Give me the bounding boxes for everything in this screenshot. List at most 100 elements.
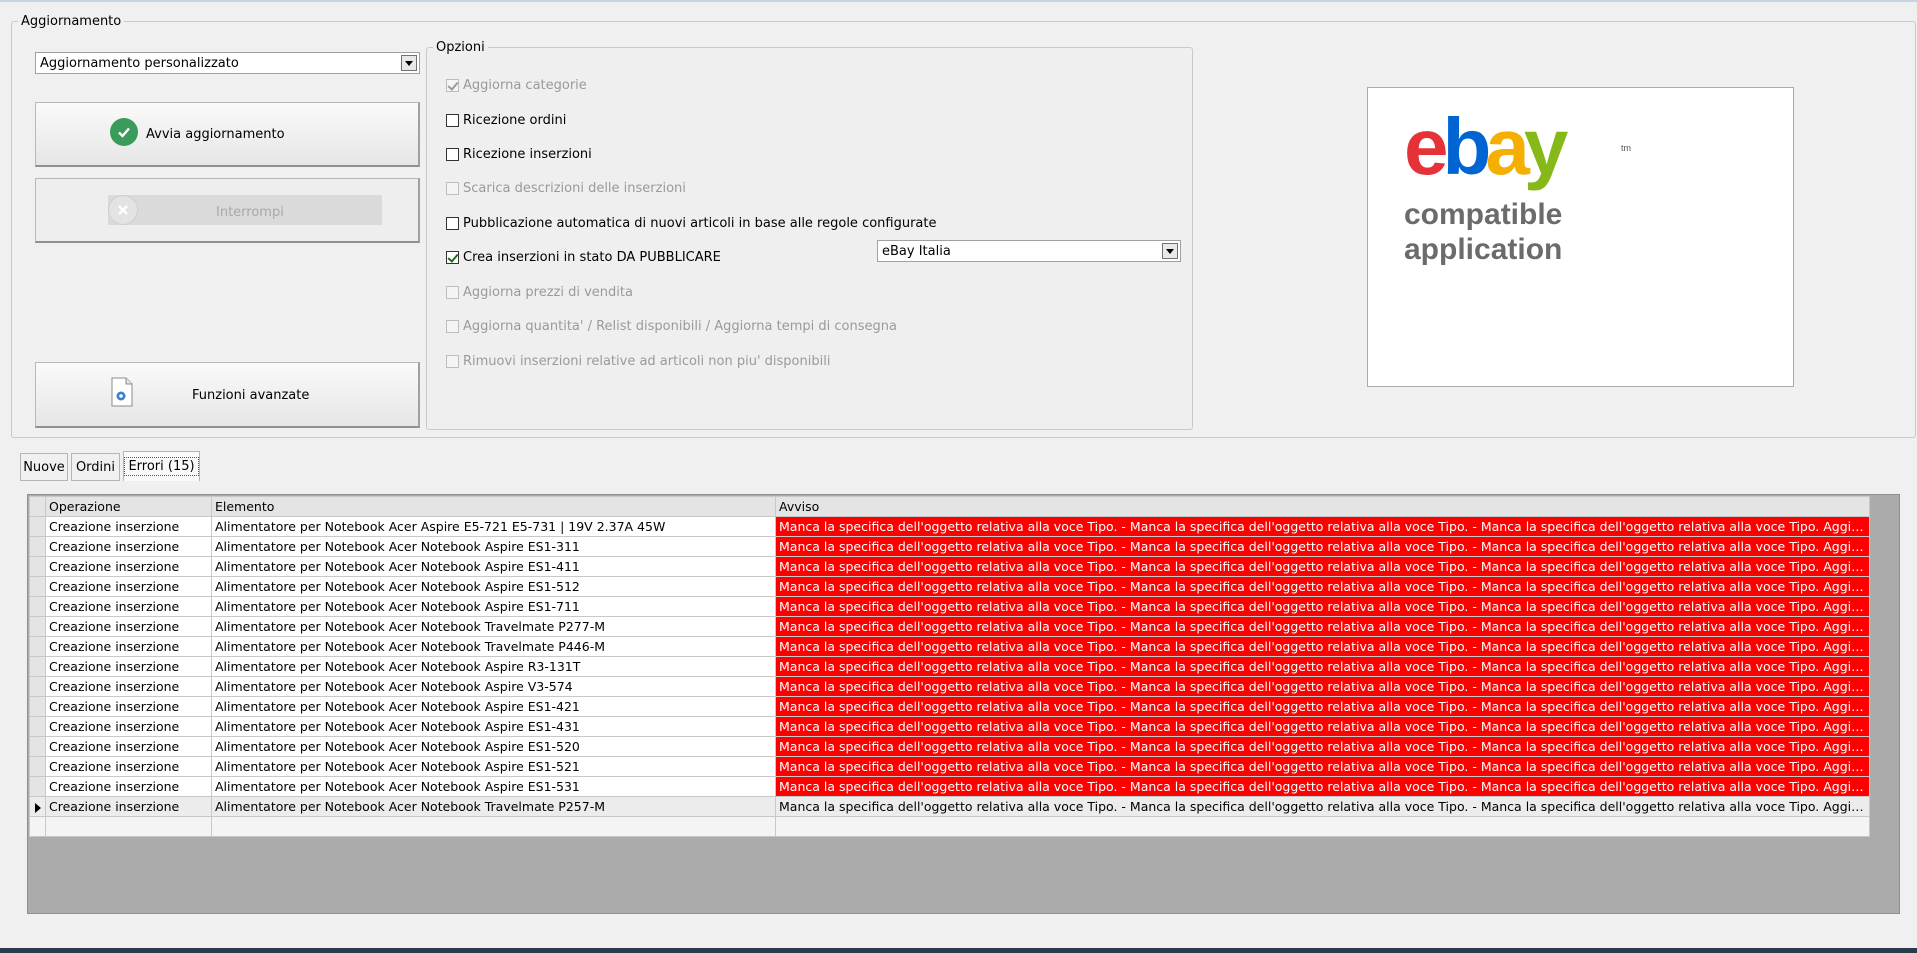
cell-avviso[interactable]: Manca la specifica dell'oggetto relativa… <box>775 596 1870 617</box>
empty-cell[interactable] <box>211 816 776 837</box>
cell-operazione[interactable]: Creazione inserzione <box>45 556 212 577</box>
cell-avviso[interactable]: Manca la specifica dell'oggetto relativa… <box>775 736 1870 757</box>
table-row[interactable]: Creazione inserzione Alimentatore per Not… <box>29 576 1870 597</box>
cell-avviso[interactable]: Manca la specifica dell'oggetto relativa… <box>775 676 1870 697</box>
cell-operazione[interactable]: Creazione inserzione <box>45 696 212 717</box>
cell-avviso[interactable]: Manca la specifica dell'oggetto relativa… <box>775 656 1870 677</box>
cell-avviso[interactable]: Manca la specifica dell'oggetto relativa… <box>775 616 1870 637</box>
tab-errori[interactable]: Errori (15) <box>123 451 200 481</box>
cell-elemento[interactable]: Alimentatore per Notebook Acer Notebook … <box>211 576 776 597</box>
start-update-button[interactable]: Avvia aggiornamento <box>35 102 420 167</box>
option-5-checkbox[interactable] <box>446 251 459 264</box>
cell-avviso[interactable]: Manca la specifica dell'oggetto relativa… <box>775 576 1870 597</box>
column-header-elemento[interactable]: Elemento <box>211 496 776 517</box>
cell-elemento[interactable]: Alimentatore per Notebook Acer Notebook … <box>211 536 776 557</box>
row-indicator[interactable] <box>29 596 46 617</box>
cell-avviso[interactable]: Manca la specifica dell'oggetto relativa… <box>775 716 1870 737</box>
option-4-checkbox[interactable] <box>446 217 459 230</box>
table-row[interactable]: Creazione inserzione Alimentatore per Not… <box>29 556 1870 577</box>
cell-operazione[interactable]: Creazione inserzione <box>45 756 212 777</box>
cell-avviso[interactable]: Manca la specifica dell'oggetto relativa… <box>775 516 1870 537</box>
table-row[interactable]: Creazione inserzione Alimentatore per Not… <box>29 656 1870 677</box>
cell-elemento[interactable]: Alimentatore per Notebook Acer Notebook … <box>211 656 776 677</box>
cell-elemento[interactable]: Alimentatore per Notebook Acer Notebook … <box>211 636 776 657</box>
table-row[interactable]: Creazione inserzione Alimentatore per Not… <box>29 756 1870 777</box>
option-2[interactable]: Ricezione inserzioni <box>446 147 592 162</box>
cell-elemento[interactable]: Alimentatore per Notebook Acer Notebook … <box>211 756 776 777</box>
stop-button[interactable]: Interrompi <box>35 178 420 243</box>
option-4[interactable]: Pubblicazione automatica di nuovi artico… <box>446 216 937 231</box>
cell-operazione[interactable]: Creazione inserzione <box>45 716 212 737</box>
table-row[interactable]: Creazione inserzione Alimentatore per Not… <box>29 776 1870 797</box>
empty-cell[interactable] <box>775 816 1870 837</box>
row-indicator[interactable] <box>29 716 46 737</box>
cell-elemento[interactable]: Alimentatore per Notebook Acer Aspire E5… <box>211 516 776 537</box>
table-row[interactable]: Creazione inserzione Alimentatore per Not… <box>29 696 1870 717</box>
advanced-functions-button[interactable]: Funzioni avanzate <box>35 362 420 428</box>
cell-operazione[interactable]: Creazione inserzione <box>45 636 212 657</box>
cell-avviso[interactable]: Manca la specifica dell'oggetto relativa… <box>775 696 1870 717</box>
cell-avviso[interactable]: Manca la specifica dell'oggetto relativa… <box>775 796 1870 817</box>
table-row[interactable]: Creazione inserzione Alimentatore per Not… <box>29 596 1870 617</box>
row-indicator[interactable] <box>29 696 46 717</box>
cell-operazione[interactable]: Creazione inserzione <box>45 776 212 797</box>
cell-avviso[interactable]: Manca la specifica dell'oggetto relativa… <box>775 556 1870 577</box>
table-row[interactable]: Creazione inserzione Alimentatore per Not… <box>29 536 1870 557</box>
cell-operazione[interactable]: Creazione inserzione <box>45 736 212 757</box>
cell-avviso[interactable]: Manca la specifica dell'oggetto relativa… <box>775 776 1870 797</box>
update-mode-select[interactable]: Aggiornamento personalizzato <box>35 52 420 74</box>
cell-elemento[interactable]: Alimentatore per Notebook Acer Notebook … <box>211 796 776 817</box>
option-5[interactable]: Crea inserzioni in stato DA PUBBLICARE <box>446 250 721 265</box>
cell-operazione[interactable]: Creazione inserzione <box>45 676 212 697</box>
row-indicator[interactable] <box>29 796 46 817</box>
cell-operazione[interactable]: Creazione inserzione <box>45 536 212 557</box>
row-indicator[interactable] <box>29 676 46 697</box>
cell-avviso[interactable]: Manca la specifica dell'oggetto relativa… <box>775 636 1870 657</box>
row-indicator[interactable] <box>29 776 46 797</box>
cell-operazione[interactable]: Creazione inserzione <box>45 516 212 537</box>
table-row[interactable]: Creazione inserzione Alimentatore per Not… <box>29 716 1870 737</box>
column-header-operazione[interactable]: Operazione <box>45 496 212 517</box>
table-row[interactable]: Creazione inserzione Alimentatore per Not… <box>29 516 1870 537</box>
option-1-checkbox[interactable] <box>446 114 459 127</box>
row-indicator[interactable] <box>29 616 46 637</box>
option-2-checkbox[interactable] <box>446 148 459 161</box>
row-indicator[interactable] <box>29 736 46 757</box>
row-indicator[interactable] <box>29 536 46 557</box>
cell-avviso[interactable]: Manca la specifica dell'oggetto relativa… <box>775 536 1870 557</box>
row-indicator[interactable] <box>29 556 46 577</box>
grid-new-row[interactable] <box>29 816 1870 837</box>
cell-operazione[interactable]: Creazione inserzione <box>45 616 212 637</box>
cell-elemento[interactable]: Alimentatore per Notebook Acer Notebook … <box>211 716 776 737</box>
cell-elemento[interactable]: Alimentatore per Notebook Acer Notebook … <box>211 616 776 637</box>
row-indicator[interactable] <box>29 516 46 537</box>
cell-elemento[interactable]: Alimentatore per Notebook Acer Notebook … <box>211 676 776 697</box>
cell-elemento[interactable]: Alimentatore per Notebook Acer Notebook … <box>211 736 776 757</box>
cell-operazione[interactable]: Creazione inserzione <box>45 796 212 817</box>
cell-avviso[interactable]: Manca la specifica dell'oggetto relativa… <box>775 756 1870 777</box>
chevron-down-icon[interactable] <box>401 55 417 71</box>
cell-elemento[interactable]: Alimentatore per Notebook Acer Notebook … <box>211 596 776 617</box>
row-indicator[interactable] <box>29 656 46 677</box>
row-indicator[interactable] <box>29 756 46 777</box>
row-indicator[interactable] <box>29 576 46 597</box>
row-indicator[interactable] <box>29 816 46 837</box>
row-indicator[interactable] <box>29 636 46 657</box>
table-row[interactable]: Creazione inserzione Alimentatore per Not… <box>29 796 1870 817</box>
cell-elemento[interactable]: Alimentatore per Notebook Acer Notebook … <box>211 776 776 797</box>
ebay-site-select[interactable]: eBay Italia <box>877 240 1181 262</box>
tab-nuove[interactable]: Nuove <box>20 453 68 481</box>
column-header-avviso[interactable]: Avviso <box>775 496 1870 517</box>
chevron-down-icon[interactable] <box>1162 243 1178 259</box>
empty-cell[interactable] <box>45 816 212 837</box>
table-row[interactable]: Creazione inserzione Alimentatore per Not… <box>29 616 1870 637</box>
cell-operazione[interactable]: Creazione inserzione <box>45 656 212 677</box>
cell-operazione[interactable]: Creazione inserzione <box>45 576 212 597</box>
cell-elemento[interactable]: Alimentatore per Notebook Acer Notebook … <box>211 696 776 717</box>
option-1[interactable]: Ricezione ordini <box>446 113 566 128</box>
cell-operazione[interactable]: Creazione inserzione <box>45 596 212 617</box>
cell-elemento[interactable]: Alimentatore per Notebook Acer Notebook … <box>211 556 776 577</box>
errors-grid[interactable]: Operazione Elemento Avviso Creazione ins… <box>29 496 1870 837</box>
tab-ordini[interactable]: Ordini <box>71 453 120 481</box>
table-row[interactable]: Creazione inserzione Alimentatore per Not… <box>29 636 1870 657</box>
